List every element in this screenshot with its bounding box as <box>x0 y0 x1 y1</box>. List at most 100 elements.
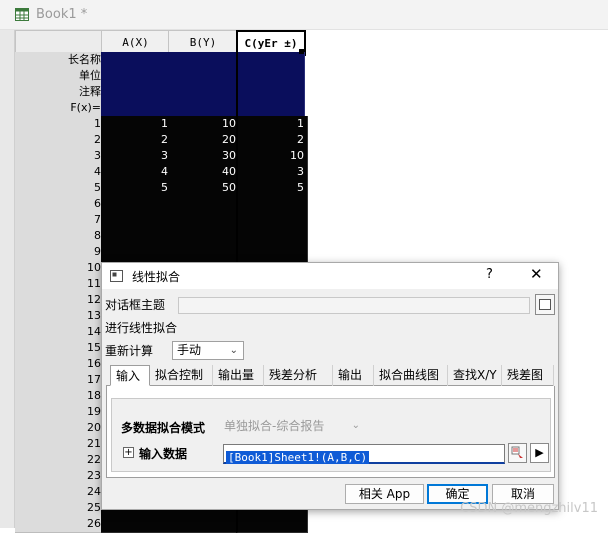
meta-row-label: 长名称 <box>15 52 105 69</box>
table-cell[interactable] <box>236 196 308 213</box>
table-cell[interactable]: 10 <box>236 148 308 165</box>
watermark-text: CSDN @mengzhilv11 <box>460 501 598 516</box>
column-header[interactable]: B(Y) <box>168 30 238 54</box>
meta-cell[interactable] <box>101 68 169 85</box>
table-cell[interactable]: 10 <box>168 116 240 133</box>
row-number[interactable]: 3 <box>15 148 105 165</box>
table-cell[interactable]: 4 <box>101 164 172 181</box>
tab-0[interactable]: 输入 <box>110 365 150 386</box>
table-cell[interactable] <box>236 244 308 261</box>
meta-cell[interactable] <box>236 68 305 85</box>
table-cell[interactable]: 2 <box>101 132 172 149</box>
meta-cell[interactable] <box>168 100 237 117</box>
meta-cell[interactable] <box>236 84 305 101</box>
recalc-value: 手动 <box>177 343 202 357</box>
column-header[interactable]: A(X) <box>101 30 170 54</box>
meta-cell[interactable] <box>101 84 169 101</box>
row-number[interactable]: 18 <box>15 388 105 405</box>
help-button[interactable]: ? <box>486 267 493 282</box>
expand-plus-icon[interactable]: + <box>123 447 134 458</box>
table-cell[interactable] <box>101 244 172 261</box>
row-number[interactable]: 22 <box>15 452 105 469</box>
table-cell[interactable]: 2 <box>236 132 308 149</box>
tab-2[interactable]: 输出量 <box>213 365 264 386</box>
table-cell[interactable] <box>168 516 240 533</box>
table-cell[interactable]: 5 <box>236 180 308 197</box>
dialog-heading: 进行线性拟合 <box>105 321 178 335</box>
table-cell[interactable] <box>168 228 240 245</box>
row-number[interactable]: 8 <box>15 228 105 245</box>
row-number[interactable]: 21 <box>15 436 105 453</box>
table-cell[interactable] <box>101 228 172 245</box>
row-number[interactable]: 14 <box>15 324 105 341</box>
theme-label: 对话框主题 <box>105 298 166 312</box>
multi-fit-mode-select[interactable]: 单独拟合-综合报告 ⌄ <box>222 417 364 435</box>
row-number[interactable]: 23 <box>15 468 105 485</box>
row-number[interactable]: 11 <box>15 276 105 293</box>
tab-4[interactable]: 输出 <box>333 365 374 386</box>
row-number[interactable]: 9 <box>15 244 105 261</box>
row-number[interactable]: 10 <box>15 260 105 277</box>
table-cell[interactable] <box>168 196 240 213</box>
table-cell[interactable] <box>168 244 240 261</box>
row-number[interactable]: 16 <box>15 356 105 373</box>
row-number[interactable]: 25 <box>15 500 105 517</box>
row-number[interactable]: 15 <box>15 340 105 357</box>
column-resize-handle[interactable] <box>299 49 304 54</box>
theme-input[interactable] <box>178 297 530 314</box>
tab-5[interactable]: 拟合曲线图 <box>374 365 448 386</box>
tab-1[interactable]: 拟合控制 <box>150 365 213 386</box>
table-cell[interactable]: 3 <box>101 148 172 165</box>
related-app-button[interactable]: 相关 App <box>345 484 424 504</box>
table-cell[interactable] <box>101 196 172 213</box>
row-number[interactable]: 4 <box>15 164 105 181</box>
table-cell[interactable]: 20 <box>168 132 240 149</box>
row-number[interactable]: 24 <box>15 484 105 501</box>
triangle-right-icon: ▶ <box>535 446 544 459</box>
table-cell[interactable]: 1 <box>236 116 308 133</box>
row-number[interactable]: 7 <box>15 212 105 229</box>
row-number[interactable]: 5 <box>15 180 105 197</box>
table-cell[interactable] <box>101 516 172 533</box>
select-range-button[interactable] <box>508 443 527 463</box>
dialog-tabs: 输入 拟合控制 输出量 残差分析 输出 拟合曲线图 查找X/Y 残差图 <box>106 365 554 386</box>
tab-3[interactable]: 残差分析 <box>264 365 333 386</box>
table-cell[interactable]: 3 <box>236 164 308 181</box>
row-number[interactable]: 19 <box>15 404 105 421</box>
meta-cell[interactable] <box>101 52 169 69</box>
meta-cell[interactable] <box>236 100 305 117</box>
table-cell[interactable]: 5 <box>101 180 172 197</box>
table-cell[interactable] <box>236 212 308 229</box>
tab-6[interactable]: 查找X/Y <box>448 365 502 386</box>
dialog-title: 线性拟合 <box>132 270 181 284</box>
meta-cell[interactable] <box>168 52 237 69</box>
meta-cell[interactable] <box>236 52 305 69</box>
table-cell[interactable]: 1 <box>101 116 172 133</box>
row-number[interactable]: 12 <box>15 292 105 309</box>
row-number[interactable]: 13 <box>15 308 105 325</box>
row-number[interactable]: 2 <box>15 132 105 149</box>
table-cell[interactable] <box>101 212 172 229</box>
meta-cell[interactable] <box>168 84 237 101</box>
table-cell[interactable] <box>168 212 240 229</box>
table-cell[interactable]: 50 <box>168 180 240 197</box>
row-number[interactable]: 1 <box>15 116 105 133</box>
recalc-select[interactable]: 手动 ⌄ <box>172 341 244 360</box>
table-cell[interactable]: 40 <box>168 164 240 181</box>
theme-menu-button[interactable] <box>535 294 555 315</box>
meta-cell[interactable] <box>168 68 237 85</box>
row-number[interactable]: 26 <box>15 516 105 533</box>
input-data-field[interactable]: [Book1]Sheet1!(A,B,C) <box>223 444 505 464</box>
table-cell[interactable] <box>236 516 308 533</box>
tab-7[interactable]: 残差图 <box>502 365 554 386</box>
grid-corner[interactable] <box>15 30 103 54</box>
row-number[interactable]: 6 <box>15 196 105 213</box>
meta-cell[interactable] <box>101 100 169 117</box>
row-number[interactable]: 17 <box>15 372 105 389</box>
table-cell[interactable] <box>236 228 308 245</box>
close-button[interactable]: ✕ <box>530 265 543 283</box>
dialog-titlebar[interactable]: 线性拟合 ? ✕ <box>102 263 558 289</box>
table-cell[interactable]: 30 <box>168 148 240 165</box>
menu-arrow-button[interactable]: ▶ <box>530 443 549 463</box>
row-number[interactable]: 20 <box>15 420 105 437</box>
